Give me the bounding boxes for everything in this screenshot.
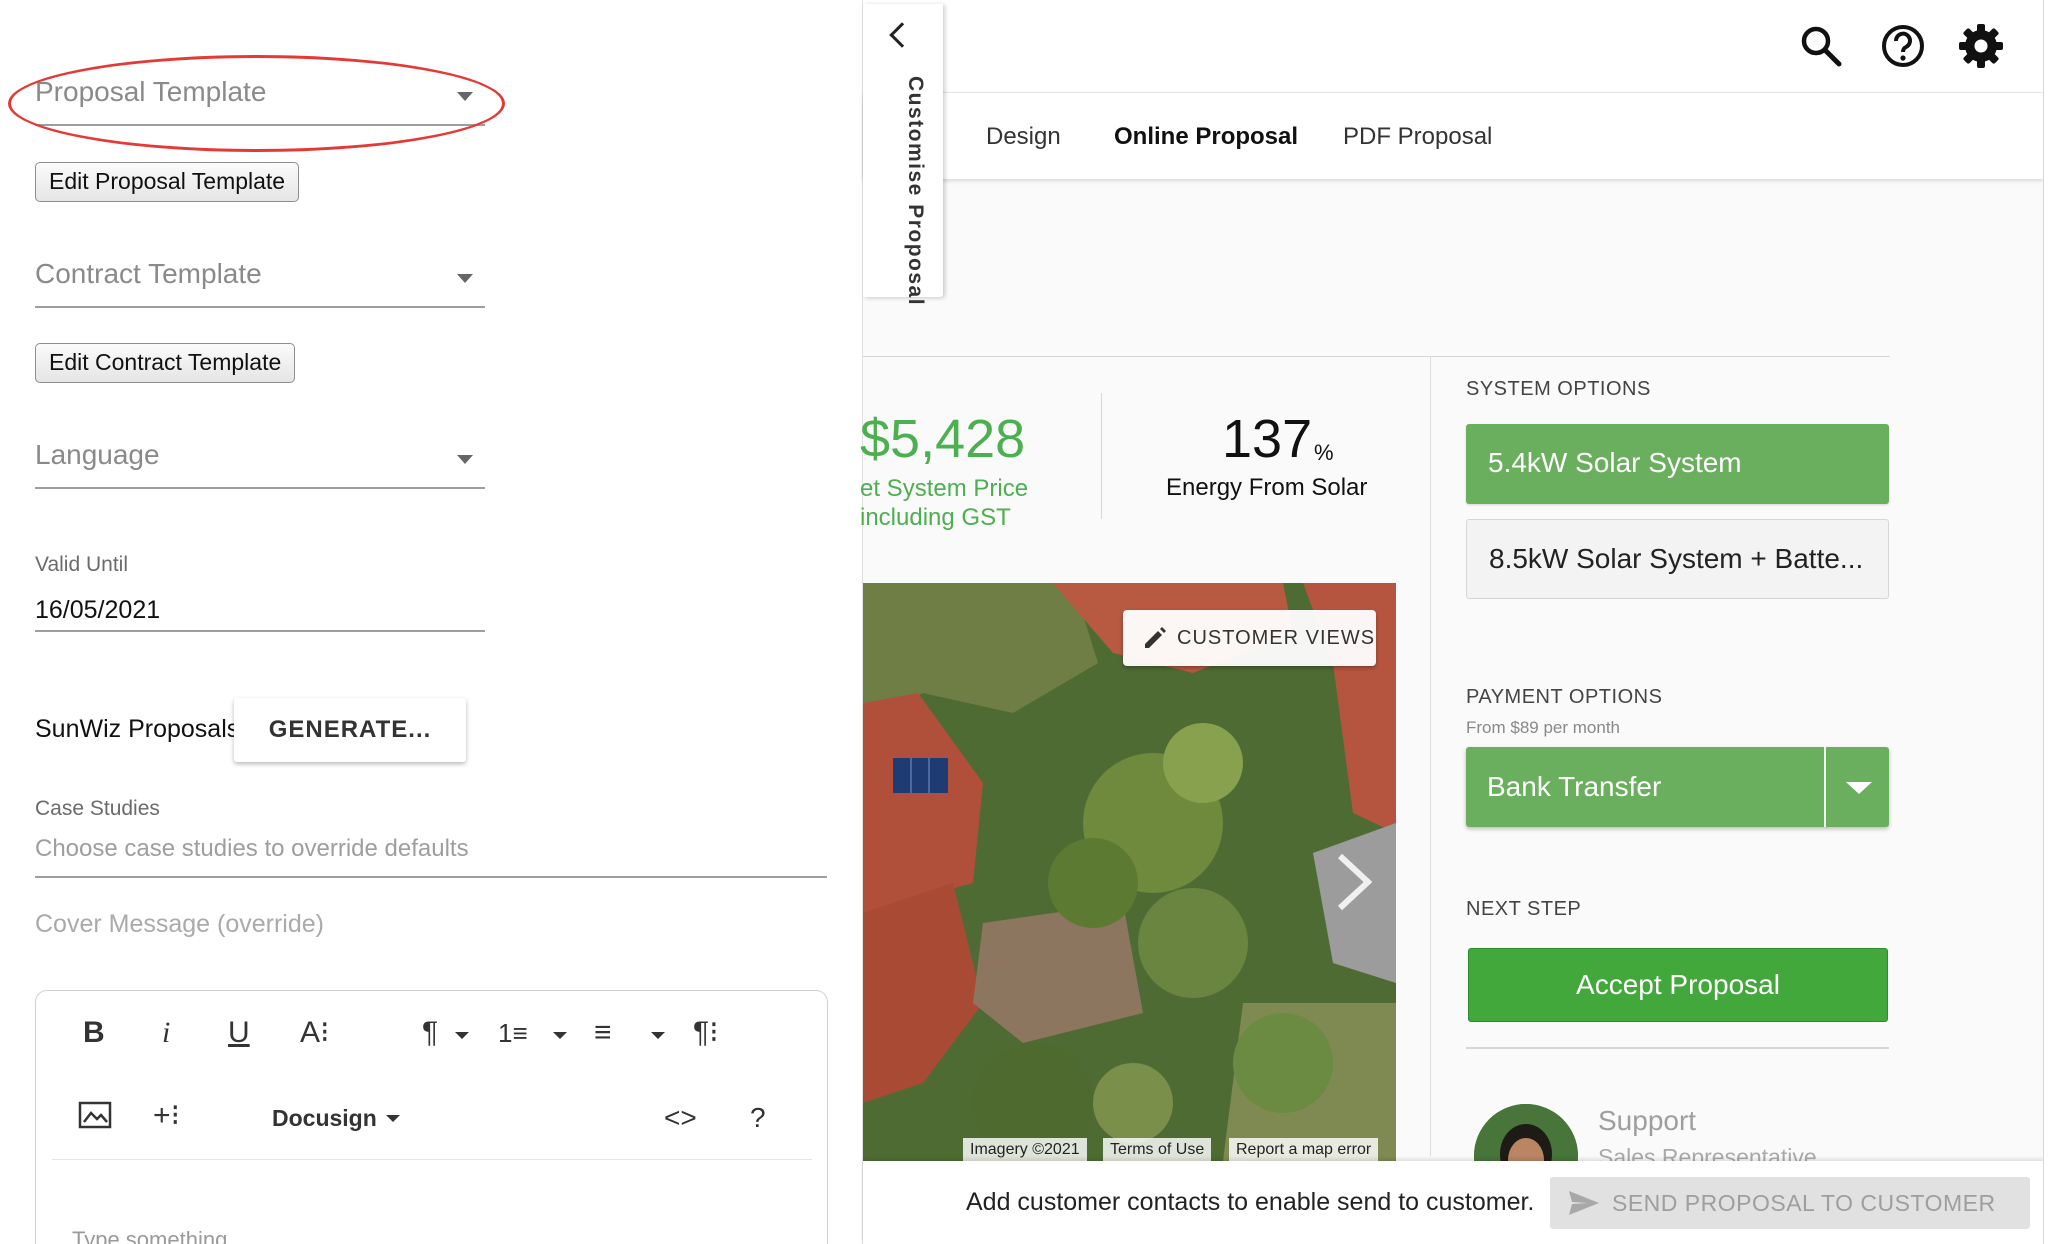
window-edge: [2043, 0, 2048, 1244]
paragraph-format-icon[interactable]: ¶: [422, 1018, 438, 1048]
proposal-template-placeholder: Proposal Template: [35, 76, 267, 107]
underline-icon[interactable]: U: [228, 1018, 250, 1048]
tab-online-proposal[interactable]: Online Proposal: [1114, 123, 1298, 151]
dropdown-caret-icon: [457, 274, 473, 283]
map-imagery-credit: Imagery ©2021: [963, 1138, 1087, 1161]
unordered-list-icon[interactable]: ≡: [594, 1018, 612, 1048]
send-hint-message: Add customer contacts to enable send to …: [966, 1188, 1535, 1216]
chevron-down-icon[interactable]: [386, 1115, 400, 1122]
price-label-line-2: including GST: [860, 504, 1011, 531]
send-icon: [1569, 1191, 1599, 1215]
sunwiz-proposals-label: SunWiz Proposals: [35, 715, 240, 743]
ordered-list-icon[interactable]: 1≡: [498, 1018, 528, 1048]
dropdown-caret-icon: [457, 92, 473, 101]
energy-from-solar-label: Energy From Solar: [1166, 474, 1368, 501]
map-report-error-link[interactable]: Report a map error: [1229, 1138, 1379, 1161]
send-proposal-label: SEND PROPOSAL TO CUSTOMER: [1612, 1190, 1996, 1216]
valid-until-date-input[interactable]: 16/05/2021: [35, 592, 485, 632]
dropdown-caret-icon: [457, 455, 473, 464]
send-bar: Add customer contacts to enable send to …: [863, 1161, 2048, 1244]
help-icon[interactable]: [1879, 22, 1927, 70]
insert-image-icon[interactable]: [78, 1101, 112, 1129]
tab-pdf-proposal[interactable]: PDF Proposal: [1343, 123, 1492, 151]
dropdown-separator: [1824, 747, 1826, 827]
top-app-bar: [863, 0, 2048, 93]
edit-contract-template-button[interactable]: Edit Contract Template: [35, 343, 296, 383]
payment-from-label: From $89 per month: [1466, 718, 1621, 737]
options-column-divider: [1430, 356, 1431, 1156]
contract-template-placeholder: Contract Template: [35, 258, 262, 289]
sunwiz-generate-button[interactable]: GENERATE...: [234, 698, 466, 762]
chevron-down-icon[interactable]: [455, 1032, 469, 1039]
payment-options-heading: PAYMENT OPTIONS: [1466, 686, 1663, 708]
customise-proposal-panel: Proposal Template Edit Proposal Template…: [0, 0, 863, 1244]
pencil-icon: [1145, 627, 1166, 648]
proposal-tabs: Design Online Proposal PDF Proposal: [863, 93, 2043, 179]
chevron-down-icon[interactable]: [1846, 782, 1872, 794]
italic-icon[interactable]: i: [162, 1018, 170, 1048]
edit-proposal-template-button[interactable]: Edit Proposal Template: [35, 162, 300, 202]
chevron-down-icon[interactable]: [553, 1032, 567, 1039]
cover-message-label: Cover Message (override): [35, 910, 324, 938]
contract-template-select[interactable]: Contract Template: [35, 244, 485, 308]
map-terms-link[interactable]: Terms of Use: [1103, 1138, 1212, 1161]
code-view-icon[interactable]: <>: [664, 1103, 697, 1133]
customer-views-button[interactable]: CUSTOMER VIEWS: [1123, 610, 1376, 666]
valid-until-label: Valid Until: [35, 553, 128, 576]
language-placeholder: Language: [35, 439, 160, 470]
customise-proposal-label: Customise Proposal: [904, 76, 927, 307]
gear-icon[interactable]: [1957, 22, 2005, 70]
payment-method-dropdown[interactable]: Bank Transfer: [1466, 747, 1889, 827]
chevron-left-icon[interactable]: [889, 22, 915, 48]
price-label-line-1: et System Price: [860, 475, 1029, 502]
system-price: $5,428: [860, 409, 1026, 469]
tab-design[interactable]: Design: [986, 123, 1061, 151]
chevron-right-icon[interactable]: [1332, 852, 1376, 912]
next-step-heading: NEXT STEP: [1466, 898, 1582, 920]
accept-proposal-button[interactable]: Accept Proposal: [1468, 948, 1888, 1022]
customer-views-label: CUSTOMER VIEWS: [1177, 627, 1376, 649]
support-divider: [1466, 1047, 1889, 1049]
editor-placeholder[interactable]: Type something: [72, 1227, 227, 1244]
energy-unit: %: [1314, 440, 1334, 465]
help-icon[interactable]: ?: [750, 1103, 766, 1133]
system-price-label: et System Price including GST: [860, 474, 1028, 532]
stat-divider: [1101, 393, 1102, 519]
system-option-8-5kw-battery[interactable]: 8.5kW Solar System + Batte...: [1466, 519, 1889, 599]
bold-icon[interactable]: B: [83, 1018, 105, 1048]
chevron-down-icon[interactable]: [651, 1032, 665, 1039]
support-name: Support: [1598, 1105, 1697, 1136]
docusign-dropdown[interactable]: Docusign: [272, 1105, 377, 1132]
payment-method-value: Bank Transfer: [1487, 771, 1662, 802]
language-select[interactable]: Language: [35, 425, 485, 489]
system-options-heading: SYSTEM OPTIONS: [1466, 378, 1651, 400]
font-size-icon[interactable]: A⁝: [300, 1018, 330, 1048]
customise-proposal-toggle[interactable]: Customise Proposal: [863, 4, 943, 306]
search-icon[interactable]: [1797, 22, 1845, 70]
content-divider: [863, 356, 1890, 357]
toolbar-divider: [52, 1159, 812, 1160]
system-option-5-4kw[interactable]: 5.4kW Solar System: [1466, 424, 1889, 504]
insert-more-icon[interactable]: +⁝: [153, 1101, 180, 1131]
aerial-map-image[interactable]: [863, 583, 1396, 1161]
energy-from-solar-value: 137: [1222, 409, 1313, 469]
case-studies-label: Case Studies: [35, 797, 160, 820]
cover-message-editor: B i U A⁝ ¶ 1≡ ≡ ¶⁝ +⁝ Docusign <> ? Type…: [35, 990, 828, 1244]
send-proposal-button[interactable]: SEND PROPOSAL TO CUSTOMER: [1550, 1177, 2030, 1229]
case-studies-input[interactable]: Choose case studies to override defaults: [35, 826, 827, 878]
paragraph-style-icon[interactable]: ¶⁝: [693, 1018, 719, 1048]
proposal-template-select[interactable]: Proposal Template: [35, 62, 485, 126]
